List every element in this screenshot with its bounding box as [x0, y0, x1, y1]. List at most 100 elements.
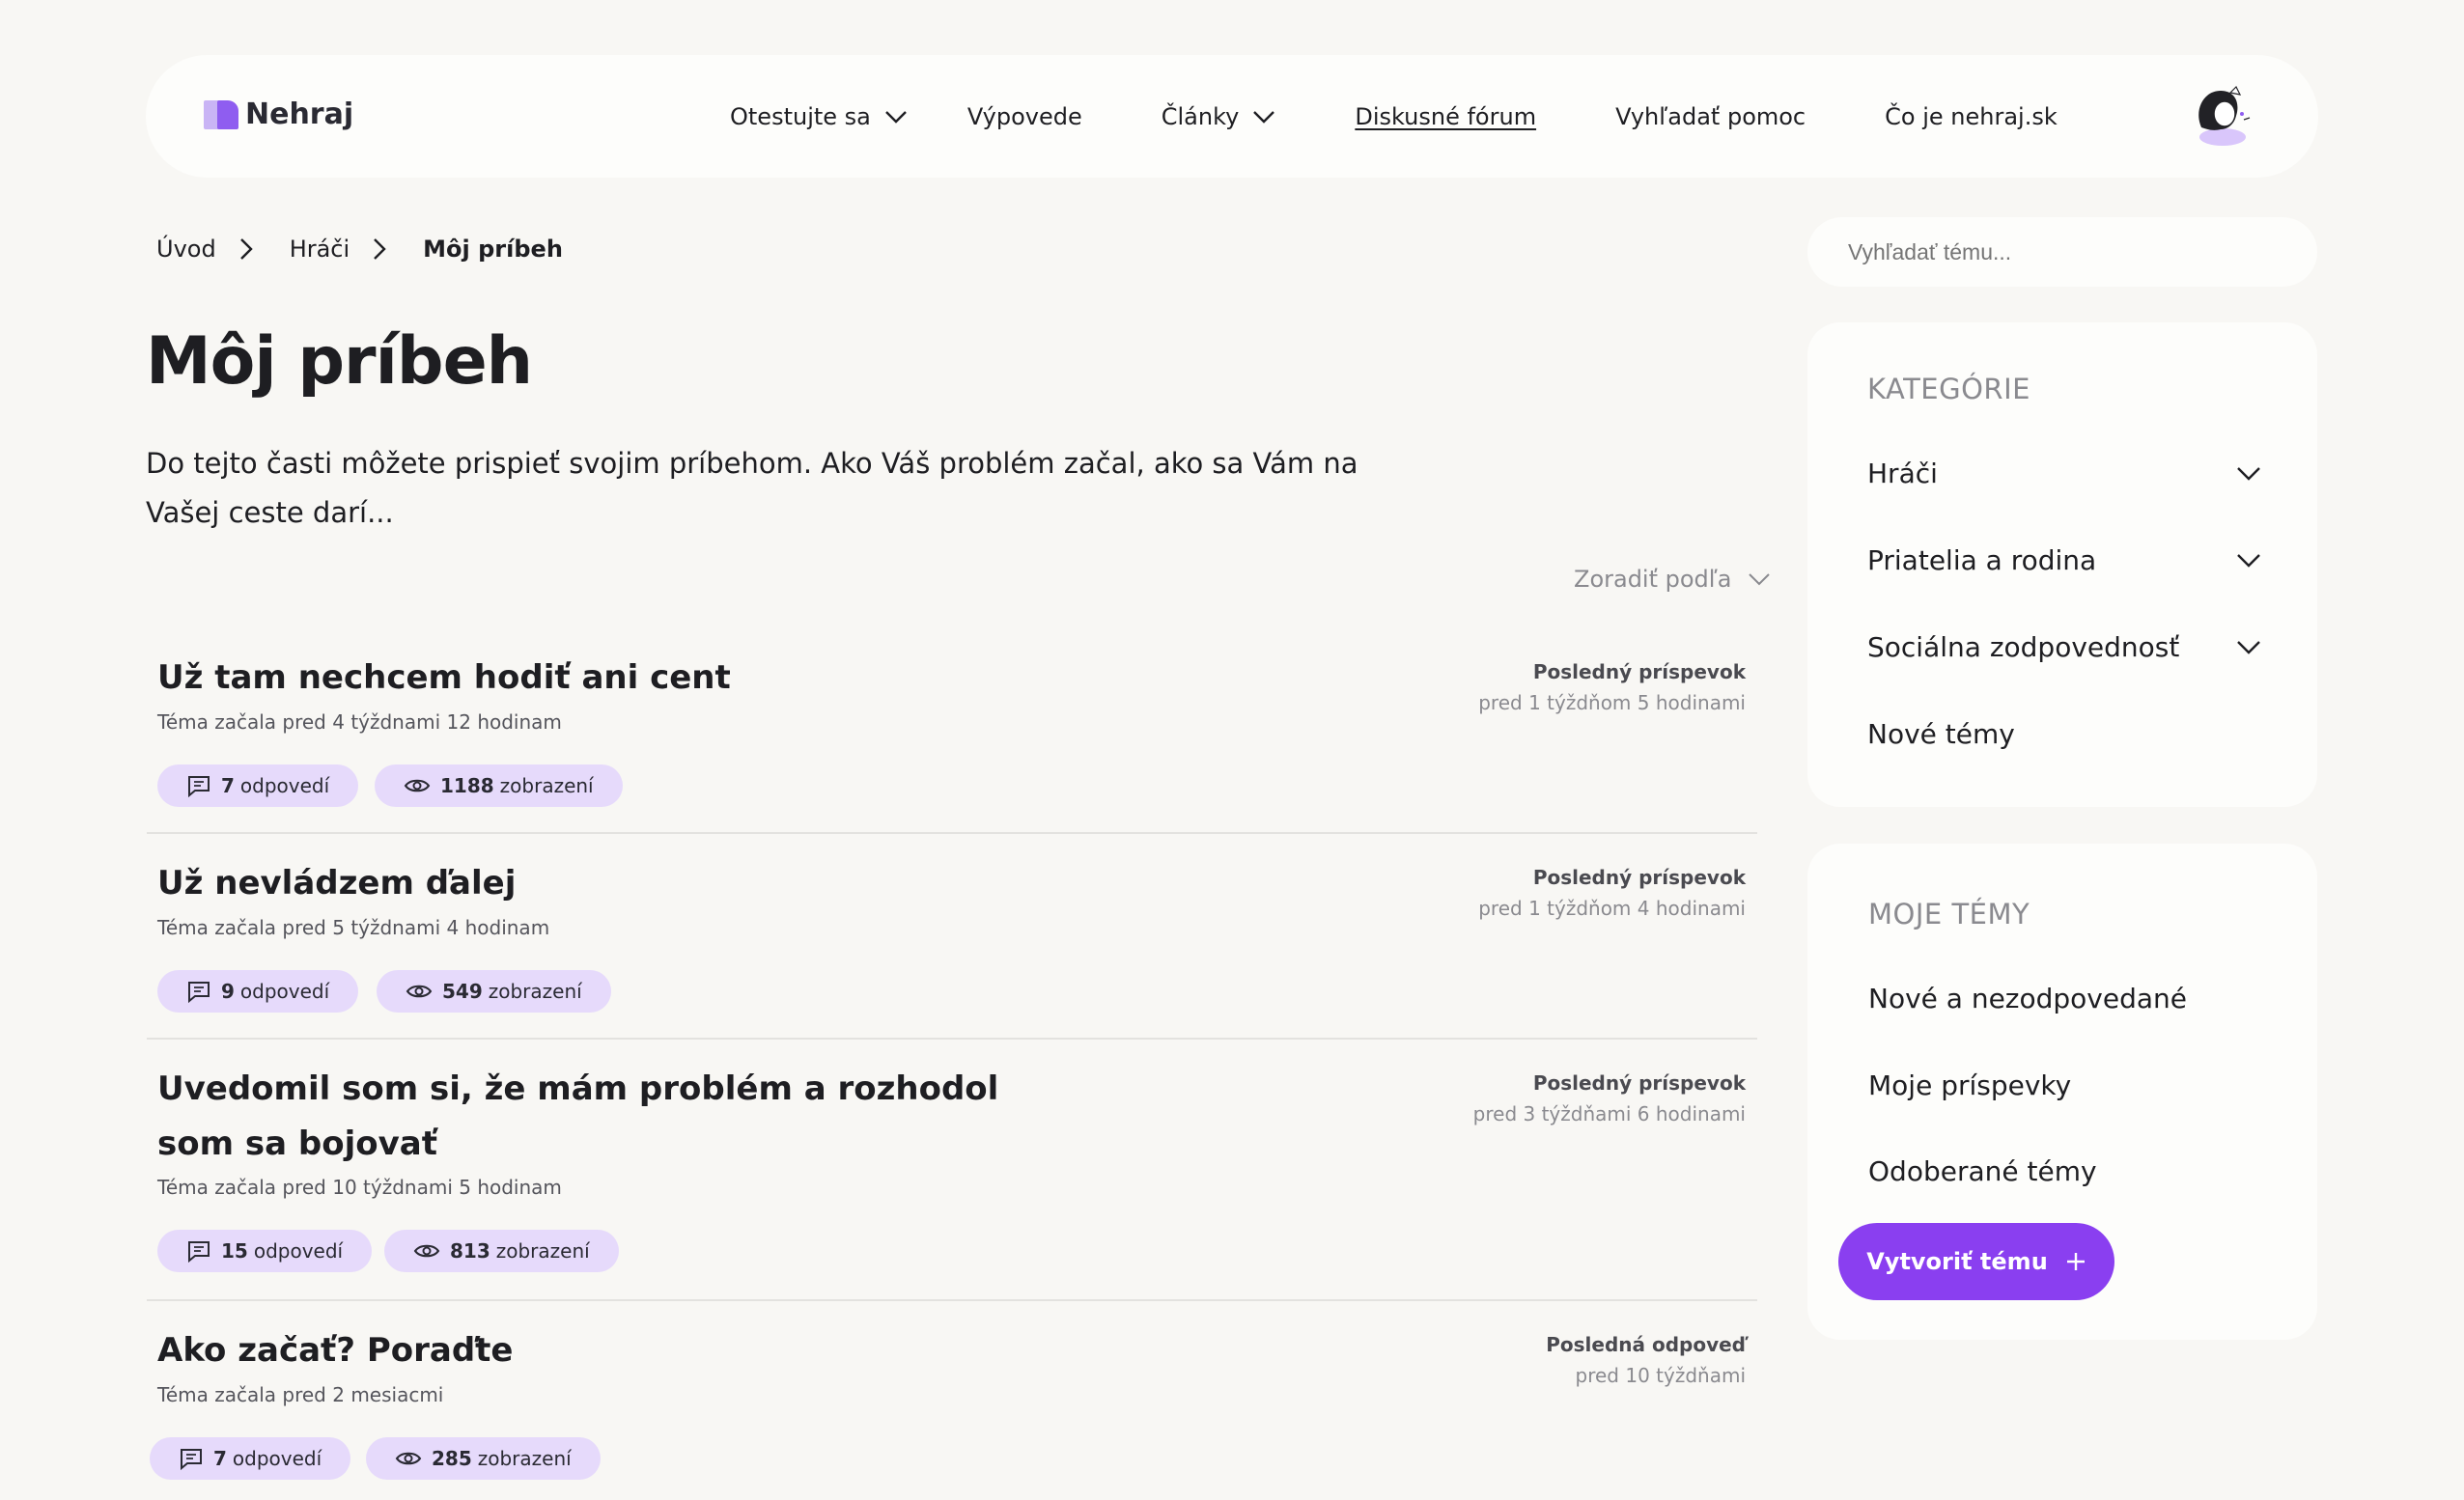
- chevron-down-icon[interactable]: [2236, 553, 2261, 569]
- views-badge: 549 zobrazení: [377, 970, 611, 1013]
- category-socialna-zodpovednost[interactable]: Sociálna zodpovednosť: [1867, 631, 2261, 663]
- category-label: Hráči: [1867, 458, 1938, 489]
- nav-vypovede[interactable]: Výpovede: [967, 103, 1082, 130]
- my-topics-my-posts[interactable]: Moje príspevky: [1868, 1069, 2262, 1101]
- views-label: zobrazení: [477, 1447, 572, 1470]
- comment-icon: [188, 1241, 210, 1263]
- breadcrumb-item-uvod[interactable]: Úvod: [156, 236, 290, 263]
- replies-count: 15: [221, 1239, 248, 1263]
- logo-mark-icon: [204, 99, 239, 129]
- chevron-down-icon[interactable]: [2236, 466, 2261, 482]
- topic-started: Téma začala pred 10 týždnami 5 hodinam: [157, 1176, 562, 1199]
- replies-badge: 15 odpovedí: [157, 1230, 373, 1272]
- topic-title-line-1[interactable]: Uvedomil som si, že mám problém a rozhod…: [157, 1062, 998, 1117]
- chevron-down-icon: [1253, 110, 1275, 124]
- last-post-time: pred 1 týždňom 4 hodinami: [1478, 897, 1746, 920]
- topic-title-line-2[interactable]: som sa bojovať: [157, 1117, 437, 1172]
- sort-label: Zoradiť podľa: [1574, 566, 1732, 593]
- search-input[interactable]: [1807, 217, 2317, 287]
- breadcrumb-item-hraci[interactable]: Hráči: [290, 236, 423, 263]
- replies-label: odpovedí: [253, 1239, 344, 1263]
- replies-label: odpovedí: [232, 1447, 322, 1470]
- divider: [147, 1299, 1757, 1301]
- replies-badge: 7 odpovedí: [150, 1437, 351, 1480]
- nav-diskusne-forum[interactable]: Diskusné fórum: [1355, 103, 1536, 130]
- divider: [147, 832, 1757, 834]
- nav-otestujte-sa[interactable]: Otestujte sa: [730, 103, 908, 130]
- category-priatelia-a-rodina[interactable]: Priatelia a rodina: [1867, 544, 2261, 576]
- divider: [147, 1038, 1757, 1040]
- comment-icon: [181, 1449, 202, 1470]
- topic-item[interactable]: Už nevládzem ďalej Téma začala pred 5 tý…: [147, 854, 1757, 1018]
- replies-label: odpovedí: [239, 980, 330, 1003]
- nav-label: Diskusné fórum: [1355, 102, 1537, 130]
- eye-icon: [406, 985, 433, 998]
- create-topic-label: Vytvoriť tému: [1866, 1248, 2048, 1275]
- category-label: Sociálna zodpovednosť: [1867, 631, 2180, 663]
- nav-label: Články: [1161, 102, 1240, 130]
- topic-item[interactable]: Uvedomil som si, že mám problém a rozhod…: [147, 1060, 1757, 1282]
- page-title: Môj príbeh: [146, 323, 533, 400]
- views-count: 285: [432, 1447, 472, 1470]
- views-badge: 285 zobrazení: [366, 1437, 601, 1480]
- views-label: zobrazení: [499, 774, 594, 797]
- plus-icon: [2066, 1253, 2085, 1270]
- replies-label: odpovedí: [239, 774, 330, 797]
- nav-vyhladat-pomoc[interactable]: Vyhľadať pomoc: [1615, 103, 1806, 130]
- topic-title[interactable]: Už nevládzem ďalej: [157, 856, 516, 911]
- nav-label: Otestujte sa: [730, 102, 871, 130]
- last-post-time: pred 1 týždňom 5 hodinami: [1478, 691, 1746, 714]
- comment-icon: [188, 982, 210, 1003]
- replies-badge: 7 odpovedí: [157, 764, 359, 807]
- last-post-label: Posledný príspevok: [1532, 866, 1746, 889]
- chevron-right-icon: [374, 238, 386, 260]
- topic-started: Téma začala pred 2 mesiacmi: [157, 1383, 444, 1406]
- my-topics-heading: MOJE TÉMY: [1868, 898, 2030, 931]
- create-topic-button[interactable]: Vytvoriť tému: [1838, 1223, 2114, 1300]
- last-post-time: pred 3 týždňami 6 hodinami: [1472, 1102, 1746, 1125]
- categories-card: KATEGÓRIE Hráči Priatelia a rodina Sociá…: [1807, 322, 2317, 807]
- site-header: Nehraj Otestujte sa Výpovede Články Disk…: [146, 55, 2318, 178]
- nav-label: Výpovede: [966, 102, 1082, 130]
- my-topics-subscribed[interactable]: Odoberané témy: [1868, 1155, 2262, 1187]
- breadcrumb-item-current: Môj príbeh: [423, 236, 563, 263]
- my-topics-new-unanswered[interactable]: Nové a nezodpovedané: [1868, 983, 2262, 1014]
- breadcrumb-label: Môj príbeh: [423, 236, 563, 263]
- topic-item[interactable]: Už tam nechcem hodiť ani cent Téma začal…: [147, 649, 1757, 813]
- avatar[interactable]: [2188, 81, 2257, 151]
- views-badge: 813 zobrazení: [384, 1230, 619, 1272]
- views-badge: 1188 zobrazení: [375, 764, 623, 807]
- category-hraci[interactable]: Hráči: [1867, 458, 2261, 489]
- logo[interactable]: Nehraj: [204, 97, 353, 131]
- chevron-down-icon: [1748, 573, 1770, 586]
- my-topics-card: MOJE TÉMY Nové a nezodpovedané Moje prís…: [1807, 844, 2317, 1340]
- comment-icon: [188, 776, 210, 797]
- page-intro: Do tejto časti môžete prispieť svojim pr…: [146, 447, 1358, 529]
- replies-count: 7: [213, 1447, 227, 1470]
- eye-icon: [413, 1244, 440, 1258]
- nav-clanky[interactable]: Články: [1162, 103, 1276, 130]
- logo-text: Nehraj: [245, 97, 354, 131]
- breadcrumb-label: Hráči: [289, 236, 350, 263]
- topic-title[interactable]: Už tam nechcem hodiť ani cent: [157, 651, 731, 706]
- replies-count: 7: [221, 774, 235, 797]
- views-count: 813: [450, 1239, 490, 1263]
- topic-started: Téma začala pred 4 týždnami 12 hodinam: [157, 710, 562, 734]
- topic-item[interactable]: Ako začať? Poraďte Téma začala pred 2 me…: [147, 1321, 1757, 1490]
- last-post-time: pred 10 týždňami: [1575, 1364, 1746, 1387]
- views-label: zobrazení: [495, 1239, 590, 1263]
- sort-dropdown[interactable]: Zoradiť podľa: [1574, 566, 1771, 593]
- nav-label: Čo je nehraj.sk: [1885, 102, 2058, 130]
- chevron-down-icon: [885, 110, 907, 124]
- last-post-label: Posledný príspevok: [1532, 1071, 1746, 1095]
- chevron-down-icon[interactable]: [2236, 640, 2261, 655]
- category-nove-temy[interactable]: Nové témy: [1867, 718, 2261, 750]
- topic-started: Téma začala pred 5 týždnami 4 hodinam: [157, 916, 550, 939]
- replies-count: 9: [221, 980, 235, 1003]
- views-count: 1188: [440, 774, 494, 797]
- chevron-right-icon: [239, 238, 253, 260]
- nav-co-je-nehraj[interactable]: Čo je nehraj.sk: [1885, 103, 2058, 130]
- categories-heading: KATEGÓRIE: [1867, 373, 2030, 405]
- topic-title[interactable]: Ako začať? Poraďte: [157, 1323, 514, 1378]
- last-post-label: Posledná odpoveď: [1546, 1333, 1746, 1356]
